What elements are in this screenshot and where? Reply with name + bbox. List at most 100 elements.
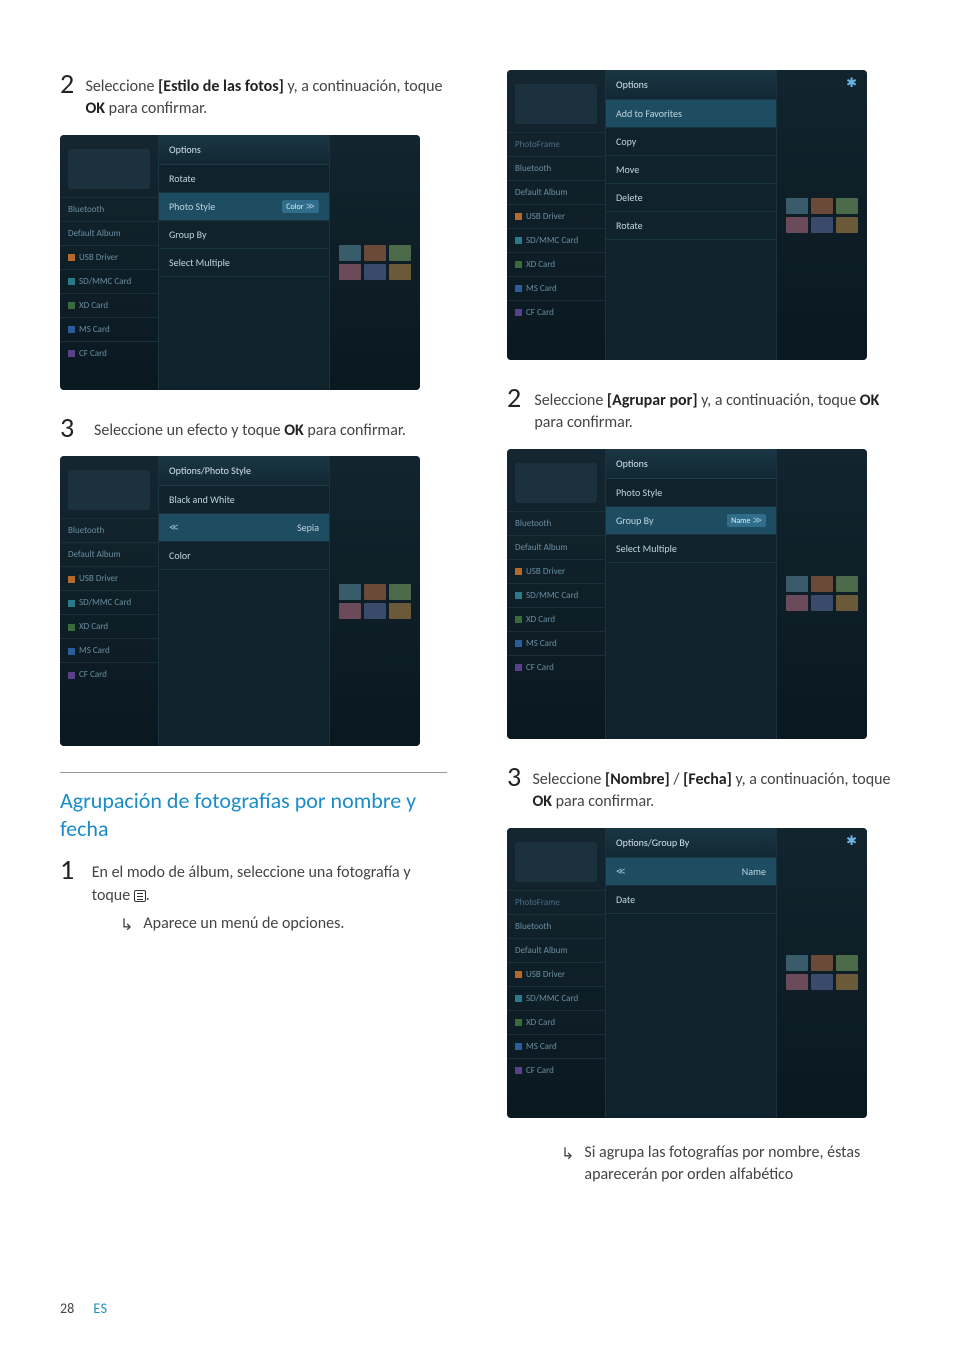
nav-cf: CF Card	[60, 341, 158, 365]
step-number: 2	[507, 384, 534, 412]
result-text: Si agrupa las fotografías por nombre, és…	[584, 1142, 894, 1187]
nav-xd: XD Card	[507, 1010, 605, 1034]
option-color[interactable]: Color	[159, 542, 329, 570]
option-photo-style[interactable]: Photo StyleColor ≫	[159, 193, 329, 221]
nav-bluetooth: Bluetooth	[507, 156, 605, 180]
section-divider	[60, 772, 447, 773]
nav-bluetooth: Bluetooth	[507, 914, 605, 938]
nav-sdmmc: SD/MMC Card	[60, 269, 158, 293]
photo-style-value-badge: Color ≫	[282, 200, 319, 213]
step-number: 2	[60, 70, 85, 98]
nav-bluetooth: Bluetooth	[60, 518, 158, 542]
option-group-by[interactable]: Group By	[159, 221, 329, 249]
left-step-3: 3 Seleccione un efecto y toque OK para c…	[60, 414, 447, 442]
preview-pane: ✱	[777, 828, 867, 1118]
panel-header: Options/Photo Style	[159, 456, 329, 486]
photo-thumbnails	[339, 584, 411, 619]
screenshot-options-menu: PhotoFrame Bluetooth Default Album USB D…	[507, 70, 867, 360]
left-step-1: 1 En el modo de álbum, seleccione una fo…	[60, 856, 447, 907]
option-copy[interactable]: Copy	[606, 128, 776, 156]
nav-default-album: Default Album	[507, 938, 605, 962]
nav-sdmmc: SD/MMC Card	[507, 583, 605, 607]
option-photo-style[interactable]: Photo Style	[606, 479, 776, 507]
nav-default-album: Default Album	[60, 221, 158, 245]
step-text: En el modo de álbum, seleccione una foto…	[92, 862, 447, 907]
photo-thumbnails	[786, 576, 858, 611]
section-title: Agrupación de fotografías por nombre y f…	[60, 787, 447, 842]
option-rotate[interactable]: Rotate	[606, 212, 776, 240]
option-add-favorites[interactable]: Add to Favorites	[606, 100, 776, 128]
nav-sdmmc: SD/MMC Card	[60, 590, 158, 614]
panel-header: Options	[606, 70, 776, 100]
step-number: 3	[60, 414, 94, 442]
left-column: 2 Seleccione [Estilo de las fotos] y, a …	[60, 70, 447, 1190]
device-logo	[515, 463, 597, 503]
page-number: 28	[60, 1300, 74, 1317]
option-sepia[interactable]: ≪ Sepia	[159, 514, 329, 542]
step-text: Seleccione [Agrupar por] y, a continuaci…	[534, 390, 894, 435]
result-line: ↳ Si agrupa las fotografías por nombre, …	[561, 1142, 894, 1187]
device-logo	[515, 84, 597, 124]
step-text: Seleccione [Nombre] / [Fecha] y, a conti…	[532, 769, 894, 814]
preview-pane	[330, 456, 420, 746]
nav-bluetooth: Bluetooth	[507, 511, 605, 535]
nav-ms: MS Card	[60, 638, 158, 662]
group-by-value-badge: Name ≫	[727, 514, 766, 527]
nav-cf: CF Card	[507, 1058, 605, 1082]
result-arrow-icon: ↳	[120, 915, 133, 935]
options-panel: Options Photo Style Group ByName ≫ Selec…	[605, 449, 777, 739]
options-panel: Options Rotate Photo StyleColor ≫ Group …	[158, 135, 330, 390]
nav-xd: XD Card	[60, 293, 158, 317]
nav-usb: USB Driver	[507, 962, 605, 986]
option-select-multiple[interactable]: Select Multiple	[159, 249, 329, 277]
option-delete[interactable]: Delete	[606, 184, 776, 212]
nav-ms: MS Card	[507, 631, 605, 655]
nav-xd: XD Card	[507, 252, 605, 276]
nav-cf: CF Card	[507, 655, 605, 679]
nav-cf: CF Card	[507, 300, 605, 324]
menu-icon	[134, 890, 146, 902]
screenshot-photo-style-submenu: Bluetooth Default Album USB Driver SD/MM…	[60, 456, 420, 746]
nav-usb: USB Driver	[60, 245, 158, 269]
option-name[interactable]: ≪ Name	[606, 858, 776, 886]
chevron-right-icon: ≫	[304, 201, 315, 212]
step-text: Seleccione un efecto y toque OK para con…	[94, 420, 406, 442]
screenshot-group-by: Bluetooth Default Album USB Driver SD/MM…	[507, 449, 867, 739]
left-step-2: 2 Seleccione [Estilo de las fotos] y, a …	[60, 70, 447, 121]
panel-header: Options	[159, 135, 329, 165]
panel-header: Options	[606, 449, 776, 479]
screenshot-options-photo-style: Bluetooth Default Album USB Driver SD/MM…	[60, 135, 420, 390]
result-text: Aparece un menú de opciones.	[143, 913, 344, 935]
right-step-2: 2 Seleccione [Agrupar por] y, a continua…	[507, 384, 894, 435]
screenshot-group-by-submenu: PhotoFrame Bluetooth Default Album USB D…	[507, 828, 867, 1118]
option-date[interactable]: Date	[606, 886, 776, 914]
right-step-3: 3 Seleccione [Nombre] / [Fecha] y, a con…	[507, 763, 894, 814]
nav-usb: USB Driver	[507, 559, 605, 583]
nav-photoframe: PhotoFrame	[507, 132, 605, 156]
step-text: Seleccione [Estilo de las fotos] y, a co…	[85, 76, 447, 121]
result-arrow-icon: ↳	[561, 1144, 574, 1164]
nav-xd: XD Card	[60, 614, 158, 638]
nav-ms: MS Card	[507, 1034, 605, 1058]
chevron-right-icon: ≫	[751, 515, 762, 526]
nav-default-album: Default Album	[507, 535, 605, 559]
photo-thumbnails	[786, 198, 858, 233]
preview-pane: ✱	[777, 70, 867, 360]
device-logo	[68, 149, 150, 189]
nav-default-album: Default Album	[507, 180, 605, 204]
option-move[interactable]: Move	[606, 156, 776, 184]
panel-header: Options/Group By	[606, 828, 776, 858]
result-line: ↳ Aparece un menú de opciones.	[120, 913, 447, 935]
option-black-and-white[interactable]: Black and White	[159, 486, 329, 514]
option-group-by[interactable]: Group ByName ≫	[606, 507, 776, 535]
nav-cf: CF Card	[60, 662, 158, 686]
option-rotate[interactable]: Rotate	[159, 165, 329, 193]
device-sidebar: Bluetooth Default Album USB Driver SD/MM…	[60, 135, 158, 390]
device-sidebar: Bluetooth Default Album USB Driver SD/MM…	[60, 456, 158, 746]
chevron-left-icon: ≪	[169, 522, 178, 533]
option-select-multiple[interactable]: Select Multiple	[606, 535, 776, 563]
page-footer: 28 ES	[60, 1300, 108, 1317]
nav-sdmmc: SD/MMC Card	[507, 228, 605, 252]
nav-ms: MS Card	[507, 276, 605, 300]
nav-bluetooth: Bluetooth	[60, 197, 158, 221]
